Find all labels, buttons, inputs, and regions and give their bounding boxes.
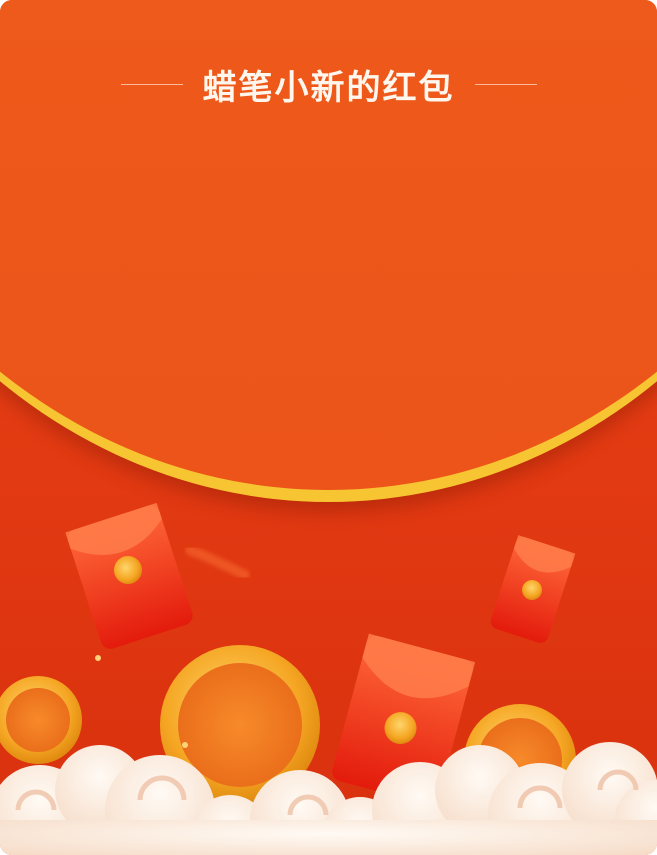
- envelope-title: 蜡笔小新的红包: [202, 67, 455, 108]
- red-envelope-card[interactable]: 蜡笔小新的红包: [0, 0, 657, 855]
- red-envelope-icon: [490, 535, 576, 643]
- gold-coin-icon: [0, 676, 82, 764]
- title-right-divider: [474, 83, 537, 85]
- envelope-header: 蜡笔小新的红包: [0, 58, 657, 110]
- envelope-decoration: [0, 502, 657, 855]
- title-left-divider: [120, 83, 183, 85]
- red-envelope-icon: [65, 502, 193, 649]
